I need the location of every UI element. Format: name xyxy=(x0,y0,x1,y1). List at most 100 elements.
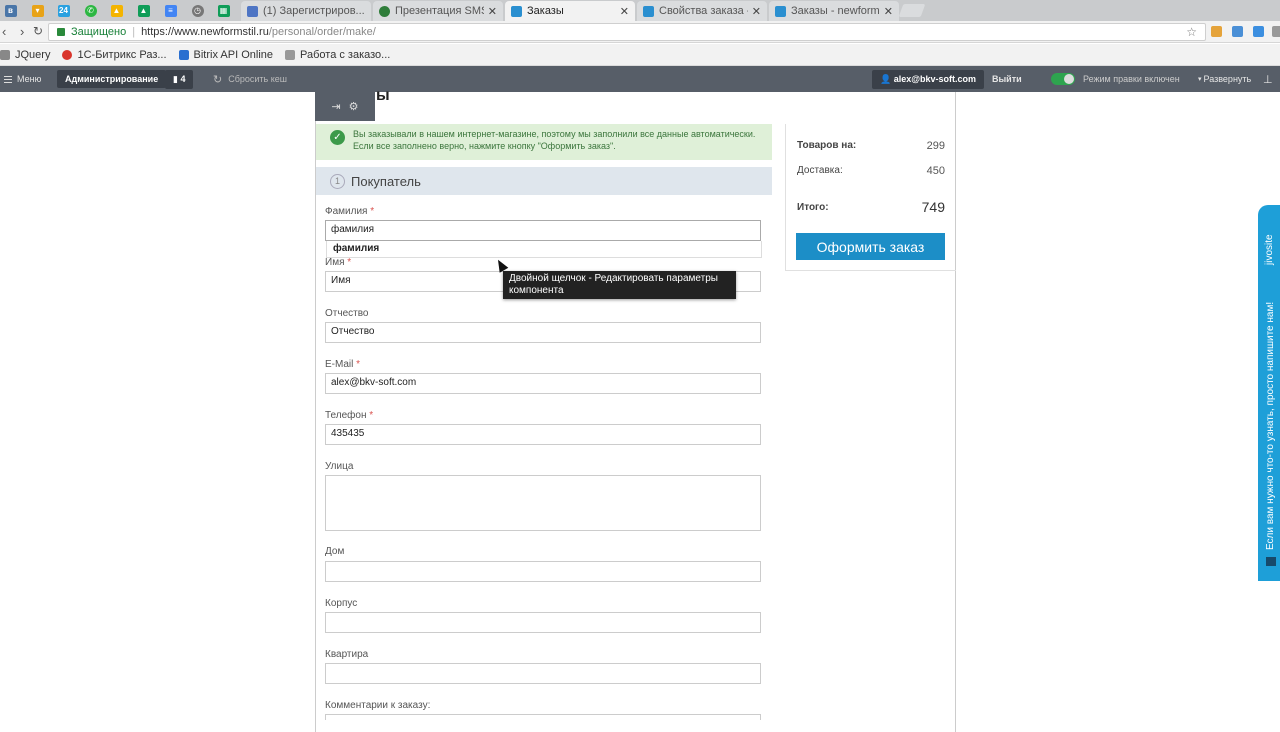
admin-button[interactable]: Администрирование xyxy=(57,66,167,92)
notifications-button[interactable]: ▮ 4 xyxy=(165,66,194,92)
pin-panel-button[interactable]: ⊥ xyxy=(1263,66,1273,92)
gear-icon[interactable]: ⚙ xyxy=(349,100,359,113)
bitrix24-icon xyxy=(247,5,258,17)
forward-icon[interactable]: › xyxy=(20,24,24,39)
component-edit-toolbar[interactable]: ⇥ ⚙ xyxy=(315,92,375,121)
logout-button[interactable]: Выйти xyxy=(992,66,1022,92)
pinned-tab-whatsapp[interactable]: ✆ xyxy=(82,2,99,19)
bookmark-bitrix[interactable]: 1С-Битрикс Раз... xyxy=(62,49,167,61)
bookmark-orders[interactable]: Работа с заказо... xyxy=(285,49,390,61)
close-tab-icon[interactable]: ✕ xyxy=(884,5,893,18)
building-input[interactable] xyxy=(325,612,761,633)
browser-tab-bar: в ▾ 24 ✆ ▲ ▲ ≡ ◷ ▦ (1) Зарегистриров... … xyxy=(0,0,1280,21)
refresh-icon: ↻ xyxy=(213,73,223,86)
section-buyer-header[interactable]: 1 Покупатель xyxy=(316,167,772,195)
patronymic-input[interactable]: Отчество xyxy=(325,322,761,343)
patronymic-label: Отчество xyxy=(325,308,369,319)
tab-title: Презентация SMS... xyxy=(395,5,484,17)
tab-title: Заказы xyxy=(527,5,564,17)
code-icon xyxy=(178,49,189,60)
email-label: E-Mail * xyxy=(325,359,361,370)
firstname-label: Имя * xyxy=(325,257,352,268)
tab-title: Заказы - newforms... xyxy=(791,5,880,17)
bitrix24-icon: 24 xyxy=(57,4,70,17)
back-icon[interactable]: ‹ xyxy=(2,24,6,39)
house-input[interactable] xyxy=(325,561,761,582)
pinned-tab-vk[interactable]: в xyxy=(2,2,19,19)
extension-icon[interactable] xyxy=(1211,26,1222,37)
delivery-row: Доставка: 450 xyxy=(797,165,945,177)
expand-button[interactable]: ▾ Развернуть xyxy=(1198,66,1251,92)
url-field[interactable]: Защищено | https://www.newformstil.ru/pe… xyxy=(48,23,1206,41)
close-tab-icon[interactable]: ✕ xyxy=(752,5,761,18)
page-title: ы xyxy=(376,87,390,104)
whatsapp-icon: ✆ xyxy=(84,4,97,17)
edit-mode-toggle[interactable]: Режим правки включен xyxy=(1051,66,1180,92)
edit-tooltip: Двойной щелчок - Редактировать параметры… xyxy=(503,271,736,299)
lock-icon xyxy=(57,28,65,36)
collapse-icon[interactable]: ⇥ xyxy=(331,100,340,113)
url-base: https://www.newformstil.ru xyxy=(141,26,269,38)
extension-icon[interactable] xyxy=(1272,26,1280,37)
pinned-tab-drive[interactable]: ▲ xyxy=(108,2,125,19)
admin-label: Администрирование xyxy=(57,70,167,88)
menu-button[interactable]: Меню xyxy=(4,66,41,92)
pinned-tab-24[interactable]: 24 xyxy=(55,2,72,19)
bookmark-bitrix-api[interactable]: Bitrix API Online xyxy=(178,49,273,61)
tab-1[interactable]: (1) Зарегистриров... xyxy=(241,1,371,21)
phone-input[interactable]: 435435 xyxy=(325,424,761,445)
pinned-tab-drive-2[interactable]: ▲ xyxy=(135,2,152,19)
goods-label: Товаров на: xyxy=(797,140,857,151)
tab-5[interactable]: Заказы - newforms... ✕ xyxy=(769,1,899,21)
comment-icon: ▮ xyxy=(173,73,178,84)
notif-count: 4 xyxy=(180,73,186,84)
extension-icon[interactable] xyxy=(1253,26,1264,37)
drive-icon: ▲ xyxy=(110,4,123,17)
autofill-notice: ✓ Вы заказывали в нашем интернет-магазин… xyxy=(316,124,772,160)
pinned-tab-sheets[interactable]: ▦ xyxy=(215,2,232,19)
close-tab-icon[interactable]: ✕ xyxy=(620,5,629,18)
secure-label: Защищено xyxy=(71,26,127,38)
lastname-input[interactable]: фамилия xyxy=(325,220,761,241)
tab-4[interactable]: Свойства заказа - ... ✕ xyxy=(637,1,767,21)
notice-line-2: Если все заполнено верно, нажмите кнопку… xyxy=(353,141,616,151)
phone-label: Телефон * xyxy=(325,410,374,421)
reset-cache-button[interactable]: ↻ Сбросить кеш xyxy=(213,66,287,92)
pinned-tab-mail[interactable]: ▾ xyxy=(29,2,46,19)
checkout-button[interactable]: Оформить заказ xyxy=(796,233,945,260)
new-tab-button[interactable] xyxy=(898,4,926,17)
delivery-value: 450 xyxy=(926,165,945,177)
comments-textarea[interactable] xyxy=(325,714,761,720)
pinned-tab-calendar[interactable]: ◷ xyxy=(189,2,206,19)
pinned-tab-docs[interactable]: ≡ xyxy=(162,2,179,19)
tab-2[interactable]: Презентация SMS... ✕ xyxy=(373,1,503,21)
email-input[interactable]: alex@bkv-soft.com xyxy=(325,373,761,394)
bitrix-icon xyxy=(775,5,786,17)
bookmark-label: JQuery xyxy=(15,48,51,61)
mail-icon: ▾ xyxy=(31,4,44,17)
user-button[interactable]: 👤 alex@bkv-soft.com xyxy=(872,66,985,92)
close-tab-icon[interactable]: ✕ xyxy=(488,5,497,18)
docs-icon: ≡ xyxy=(164,4,177,17)
autocomplete-suggestion[interactable]: фамилия xyxy=(326,241,762,258)
extension-icon[interactable] xyxy=(1232,26,1243,37)
presentation-icon xyxy=(379,5,390,17)
reload-icon[interactable]: ↻ xyxy=(33,24,43,38)
page-icon xyxy=(285,49,296,60)
jivosite-chat-widget[interactable]: jivosite Если вам нужно что-то узнать, п… xyxy=(1258,205,1280,581)
edit-mode-label: Режим правки включен xyxy=(1083,74,1180,84)
notifications-badge: ▮ 4 xyxy=(165,69,194,89)
url-separator: | xyxy=(132,26,136,38)
menu-icon xyxy=(4,75,12,83)
building-label: Корпус xyxy=(325,598,358,609)
bookmark-star-icon[interactable]: ☆ xyxy=(1186,25,1197,39)
street-textarea[interactable] xyxy=(325,475,761,531)
total-label: Итого: xyxy=(797,201,829,213)
bitrix-icon xyxy=(643,5,654,17)
goods-value: 299 xyxy=(926,140,945,152)
expand-label: Развернуть xyxy=(1203,74,1252,84)
bookmark-jquery[interactable]: JQuery xyxy=(0,49,50,61)
apartment-input[interactable] xyxy=(325,663,761,684)
lastname-label: Фамилия * xyxy=(325,206,375,217)
tab-3-active[interactable]: Заказы ✕ xyxy=(505,1,635,21)
